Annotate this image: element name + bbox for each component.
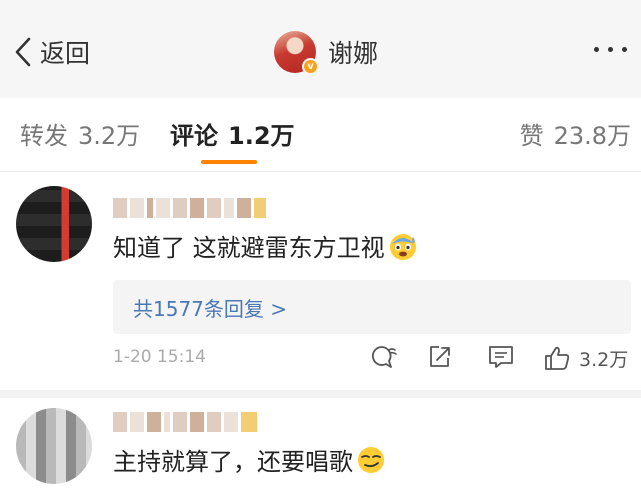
- comment-like-button[interactable]: 3.2万: [543, 344, 628, 372]
- dot: [608, 47, 613, 52]
- comment-text: 主持就算了，还要唱歌: [113, 442, 387, 477]
- comment-reply-button[interactable]: [487, 344, 515, 370]
- sweating-face-emoji: [389, 233, 416, 260]
- dot: [594, 47, 599, 52]
- active-tab-indicator: [201, 160, 257, 164]
- comment-body: 知道了 这就避雷东方卫视: [113, 234, 385, 262]
- comment-repost-button[interactable]: [369, 344, 399, 370]
- like-count: 3.2万: [579, 348, 629, 371]
- share-icon: [430, 346, 450, 367]
- replies-link[interactable]: 共1577条回复 >: [113, 280, 631, 334]
- repost-chat-icon: [371, 346, 397, 368]
- tab-repost-count: 3.2万: [78, 122, 141, 150]
- avatar[interactable]: v: [274, 31, 319, 75]
- comment-body: 主持就算了，还要唱歌: [113, 448, 353, 476]
- username-blurred[interactable]: [113, 412, 257, 432]
- more-dots-icon[interactable]: [594, 47, 627, 52]
- smirk-face-emoji: [358, 446, 384, 473]
- avatar[interactable]: [16, 408, 92, 484]
- tab-comment-label: 评论: [170, 122, 218, 150]
- comment-item: 主持就算了，还要唱歌: [0, 390, 641, 489]
- back-button[interactable]: 返回: [14, 34, 90, 70]
- username-blurred[interactable]: [113, 198, 266, 218]
- tab-repost-label: 转发: [20, 122, 68, 150]
- tab-like[interactable]: 赞 23.8万: [520, 116, 631, 151]
- comment-item: 知道了 这就避雷东方卫视 共1577条回复 > 1-20 15:14 3.2万: [0, 172, 641, 390]
- thumbs-up-icon: [545, 346, 570, 370]
- comment-actions: 1-20 15:14 3.2万: [113, 344, 633, 374]
- comment-text: 知道了 这就避雷东方卫视: [113, 228, 419, 263]
- dot: [622, 47, 627, 52]
- verified-badge-icon: v: [302, 58, 319, 75]
- tab-like-label: 赞: [519, 122, 544, 150]
- tab-repost[interactable]: 转发 3.2万: [20, 116, 140, 151]
- nav-bar: 返回 v 谢娜: [0, 0, 641, 98]
- comment-timestamp: 1-20 15:14: [113, 347, 206, 367]
- back-chevron-icon: [15, 37, 31, 67]
- tab-comment-count: 1.2万: [228, 122, 295, 150]
- replies-label: 共1577条回复 >: [133, 297, 288, 321]
- tab-like-count: 23.8万: [553, 122, 631, 150]
- comment-icon: [489, 346, 513, 368]
- page-title: 谢娜: [328, 39, 379, 68]
- comment-share-button[interactable]: [427, 344, 453, 370]
- avatar[interactable]: [16, 186, 92, 262]
- nav-profile[interactable]: v 谢娜: [274, 29, 378, 75]
- tab-bar: 转发 3.2万 评论 1.2万 赞 23.8万: [0, 98, 641, 172]
- tab-comment[interactable]: 评论 1.2万: [170, 116, 295, 151]
- back-label: 返回: [40, 39, 91, 68]
